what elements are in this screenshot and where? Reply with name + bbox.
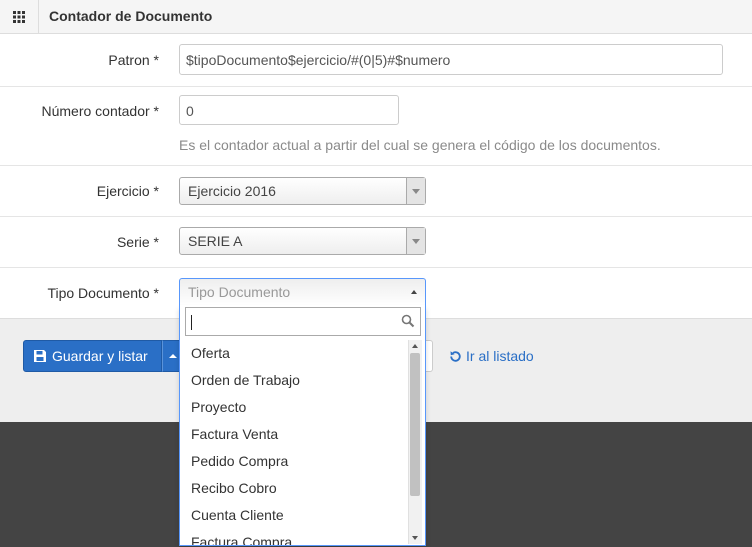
serie-selected: SERIE A xyxy=(188,233,243,249)
back-to-list-label: Ir al listado xyxy=(466,348,534,364)
page-header: Contador de Documento xyxy=(0,0,752,34)
save-and-list-button[interactable]: Guardar y listar xyxy=(23,340,162,372)
numero-contador-row: Número contador * 0 Es el contador actua… xyxy=(0,87,752,166)
patron-row: Patron * $tipoDocumento$ejercicio/#(0|5)… xyxy=(0,34,752,87)
dropdown-search-input[interactable] xyxy=(185,307,421,336)
grid-menu-button[interactable] xyxy=(0,0,39,33)
numero-contador-input[interactable]: 0 xyxy=(179,95,399,125)
search-icon xyxy=(401,314,415,328)
tipo-documento-placeholder: Tipo Documento xyxy=(188,284,291,300)
undo-icon xyxy=(450,350,461,362)
chevron-down-icon xyxy=(406,228,425,254)
scroll-down-icon[interactable] xyxy=(412,536,418,540)
serie-select[interactable]: SERIE A xyxy=(179,227,426,255)
chevron-down-icon xyxy=(406,178,425,204)
dropdown-option[interactable]: Factura Venta xyxy=(180,421,408,448)
grid-icon xyxy=(13,10,25,23)
scroll-up-icon[interactable] xyxy=(412,344,418,348)
tipo-documento-dropdown: Oferta Orden de Trabajo Proyecto Factura… xyxy=(179,305,426,546)
dropdown-options: Oferta Orden de Trabajo Proyecto Factura… xyxy=(180,340,408,545)
text-cursor xyxy=(191,315,192,330)
tipo-documento-label: Tipo Documento * xyxy=(47,285,159,301)
save-icon xyxy=(34,350,46,362)
ejercicio-label: Ejercicio * xyxy=(96,183,159,199)
dropdown-option[interactable]: Recibo Cobro xyxy=(180,475,408,502)
serie-label: Serie * xyxy=(116,234,159,250)
dropdown-option[interactable]: Orden de Trabajo xyxy=(180,367,408,394)
dropdown-option[interactable]: Pedido Compra xyxy=(180,448,408,475)
numero-contador-label: Número contador * xyxy=(41,103,159,119)
save-and-list-label: Guardar y listar xyxy=(52,348,148,364)
secondary-button-edge[interactable] xyxy=(425,340,433,372)
dropdown-scrollbar[interactable] xyxy=(408,340,422,544)
ejercicio-select[interactable]: Ejercicio 2016 xyxy=(179,177,426,205)
page-title: Contador de Documento xyxy=(49,8,213,24)
dropdown-option[interactable]: Cuenta Cliente xyxy=(180,502,408,529)
chevron-up-icon xyxy=(411,290,417,294)
ejercicio-selected: Ejercicio 2016 xyxy=(188,183,276,199)
dropdown-option[interactable]: Proyecto xyxy=(180,394,408,421)
scrollbar-thumb[interactable] xyxy=(410,353,420,496)
patron-input[interactable]: $tipoDocumento$ejercicio/#(0|5)#$numero xyxy=(179,44,723,75)
back-to-list-link[interactable]: Ir al listado xyxy=(449,348,534,364)
serie-row: Serie * SERIE A xyxy=(0,217,752,268)
tipo-documento-select[interactable]: Tipo Documento xyxy=(179,278,426,306)
dropdown-option[interactable]: Factura Compra xyxy=(180,529,408,545)
patron-label: Patron * xyxy=(108,52,159,68)
dropdown-option[interactable]: Oferta xyxy=(180,340,408,367)
ejercicio-row: Ejercicio * Ejercicio 2016 xyxy=(0,166,752,217)
numero-contador-help: Es el contador actual a partir del cual … xyxy=(179,137,661,153)
